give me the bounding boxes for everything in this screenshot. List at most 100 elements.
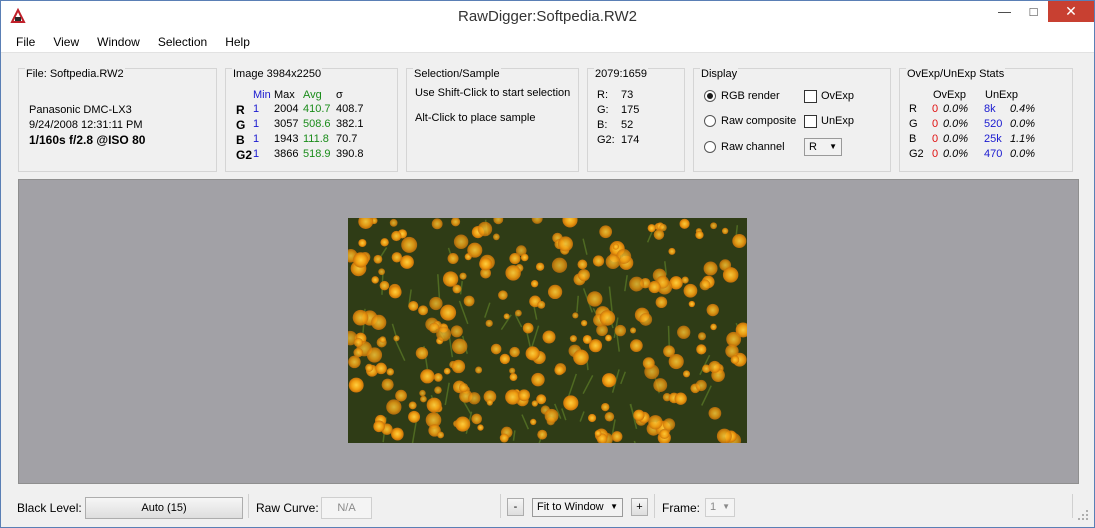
zoom-out-button[interactable]: - bbox=[507, 498, 524, 516]
status-separator bbox=[1072, 494, 1073, 518]
stats-b-ovp: 0.0% bbox=[943, 133, 969, 145]
ovexp-checkbox[interactable] bbox=[804, 90, 817, 103]
row-g2-avg: 518.9 bbox=[303, 148, 331, 160]
file-panel: File: Softpedia.RW2 Panasonic DMC-LX3 9/… bbox=[18, 68, 217, 172]
selection-hint-shift: Use Shift-Click to start selection bbox=[415, 87, 571, 99]
min-header: Min bbox=[253, 89, 271, 101]
camera-model: Panasonic DMC-LX3 bbox=[29, 104, 132, 116]
coord-r-label: R: bbox=[597, 89, 608, 101]
stats-g-ov: 0 bbox=[932, 118, 939, 130]
zoom-select[interactable]: Fit to Window ▼ bbox=[532, 498, 623, 517]
coord-g2-value: 174 bbox=[621, 134, 640, 146]
menu-help[interactable]: Help bbox=[216, 32, 259, 52]
black-level-label: Black Level: bbox=[17, 501, 82, 515]
row-r-avg: 410.7 bbox=[303, 103, 331, 115]
unexp-label[interactable]: UnExp bbox=[821, 115, 854, 127]
stats-r-label: R bbox=[909, 103, 917, 115]
window-controls: — □ ✕ bbox=[990, 1, 1094, 23]
channel-select[interactable]: R ▼ bbox=[804, 138, 842, 156]
stats-g2-ovp: 0.0% bbox=[943, 148, 969, 160]
pixel-coord-panel: 2079:1659 R: 73 G: 175 B: 52 G2: 174 bbox=[587, 68, 685, 172]
rgb-render-radio[interactable] bbox=[704, 90, 716, 102]
zoom-in-button[interactable]: + bbox=[631, 498, 648, 516]
stats-b-label: B bbox=[909, 133, 917, 145]
stats-r-unp: 0.4% bbox=[1010, 103, 1036, 115]
rgb-render-label[interactable]: RGB render bbox=[721, 90, 780, 102]
row-g2-max: 3866 bbox=[274, 148, 299, 160]
close-button[interactable]: ✕ bbox=[1048, 1, 1094, 22]
coord-b-value: 52 bbox=[621, 119, 634, 131]
exposure-stats-panel: OvExp/UnExp Stats OvExp UnExp R 0 0.0% 8… bbox=[899, 68, 1073, 172]
raw-composite-label[interactable]: Raw composite bbox=[721, 115, 796, 127]
menu-view[interactable]: View bbox=[44, 32, 88, 52]
stats-panel-title: OvExp/UnExp Stats bbox=[906, 68, 1006, 80]
capture-datetime: 9/24/2008 12:31:11 PM bbox=[29, 119, 143, 131]
frame-label: Frame: bbox=[662, 501, 701, 515]
coord-b-label: B: bbox=[597, 119, 608, 131]
stats-b-ov: 0 bbox=[932, 133, 939, 145]
minimize-icon: — bbox=[998, 4, 1011, 19]
display-panel: Display RGB render Raw composite Raw cha… bbox=[693, 68, 891, 172]
status-separator bbox=[654, 494, 655, 518]
coord-g-value: 175 bbox=[621, 104, 640, 116]
image-viewport[interactable] bbox=[18, 179, 1079, 484]
chevron-down-icon: ▼ bbox=[829, 142, 837, 151]
selection-panel: Selection/Sample Use Shift-Click to star… bbox=[406, 68, 579, 172]
stats-g2-label: G2 bbox=[909, 148, 924, 160]
title-bar: RawDigger:Softpedia.RW2 — □ ✕ bbox=[1, 1, 1094, 31]
row-r-min: 1 bbox=[253, 103, 260, 115]
row-r-label: R bbox=[236, 103, 245, 117]
maximize-icon: □ bbox=[1029, 4, 1038, 19]
row-b-max: 1943 bbox=[274, 133, 299, 145]
stats-g-label: G bbox=[909, 118, 918, 130]
zoom-select-value: Fit to Window bbox=[537, 501, 604, 513]
ovexp-header: OvExp bbox=[933, 89, 967, 101]
selection-panel-title: Selection/Sample bbox=[413, 68, 501, 80]
raw-composite-radio[interactable] bbox=[704, 115, 716, 127]
avg-header: Avg bbox=[303, 89, 322, 101]
status-bar: Black Level: Auto (15) Raw Curve: N/A - … bbox=[1, 491, 1094, 527]
image-stats-panel: Image 3984x2250 Min Max Avg σ R 1 2004 4… bbox=[225, 68, 398, 172]
resize-grip-icon[interactable] bbox=[1077, 509, 1089, 521]
row-b-min: 1 bbox=[253, 133, 260, 145]
row-r-max: 2004 bbox=[274, 103, 299, 115]
sigma-header: σ bbox=[336, 89, 343, 101]
menu-bar: File View Window Selection Help bbox=[1, 31, 1094, 53]
stats-r-ov: 0 bbox=[932, 103, 939, 115]
row-g-label: G bbox=[236, 118, 246, 132]
stats-g2-unp: 0.0% bbox=[1010, 148, 1036, 160]
frame-select-value: 1 bbox=[710, 501, 717, 513]
raw-curve-button[interactable]: N/A bbox=[321, 497, 372, 519]
row-g-max: 3057 bbox=[274, 118, 299, 130]
row-g-min: 1 bbox=[253, 118, 260, 130]
menu-file[interactable]: File bbox=[7, 32, 44, 52]
frame-select[interactable]: 1 ▼ bbox=[705, 498, 735, 517]
rawdigger-app-icon[interactable] bbox=[9, 7, 27, 25]
raw-curve-label: Raw Curve: bbox=[256, 501, 319, 515]
stats-g-un: 520 bbox=[984, 118, 1003, 130]
stats-g-unp: 0.0% bbox=[1010, 118, 1036, 130]
stats-r-ovp: 0.0% bbox=[943, 103, 969, 115]
selection-hint-alt: Alt-Click to place sample bbox=[415, 112, 536, 124]
minimize-button[interactable]: — bbox=[990, 1, 1019, 22]
unexp-checkbox[interactable] bbox=[804, 115, 817, 128]
file-panel-title: File: Softpedia.RW2 bbox=[25, 68, 125, 80]
menu-window[interactable]: Window bbox=[88, 32, 149, 52]
row-g2-min: 1 bbox=[253, 148, 260, 160]
raw-image-preview[interactable] bbox=[348, 218, 747, 443]
stats-g-ovp: 0.0% bbox=[943, 118, 969, 130]
ovexp-label[interactable]: OvExp bbox=[821, 90, 854, 102]
menu-selection[interactable]: Selection bbox=[149, 32, 216, 52]
black-level-button[interactable]: Auto (15) bbox=[85, 497, 243, 519]
coord-panel-title: 2079:1659 bbox=[594, 68, 648, 80]
maximize-button[interactable]: □ bbox=[1019, 1, 1048, 22]
row-g-avg: 508.6 bbox=[303, 118, 331, 130]
image-panel-title: Image 3984x2250 bbox=[232, 68, 323, 80]
raw-curve-value: N/A bbox=[337, 502, 356, 514]
row-g2-label: G2 bbox=[236, 148, 253, 162]
close-icon: ✕ bbox=[1065, 3, 1077, 19]
raw-channel-radio[interactable] bbox=[704, 141, 716, 153]
raw-channel-label[interactable]: Raw channel bbox=[721, 141, 785, 153]
row-b-avg: 111.8 bbox=[303, 133, 329, 145]
row-g2-sigma: 390.8 bbox=[336, 148, 364, 160]
